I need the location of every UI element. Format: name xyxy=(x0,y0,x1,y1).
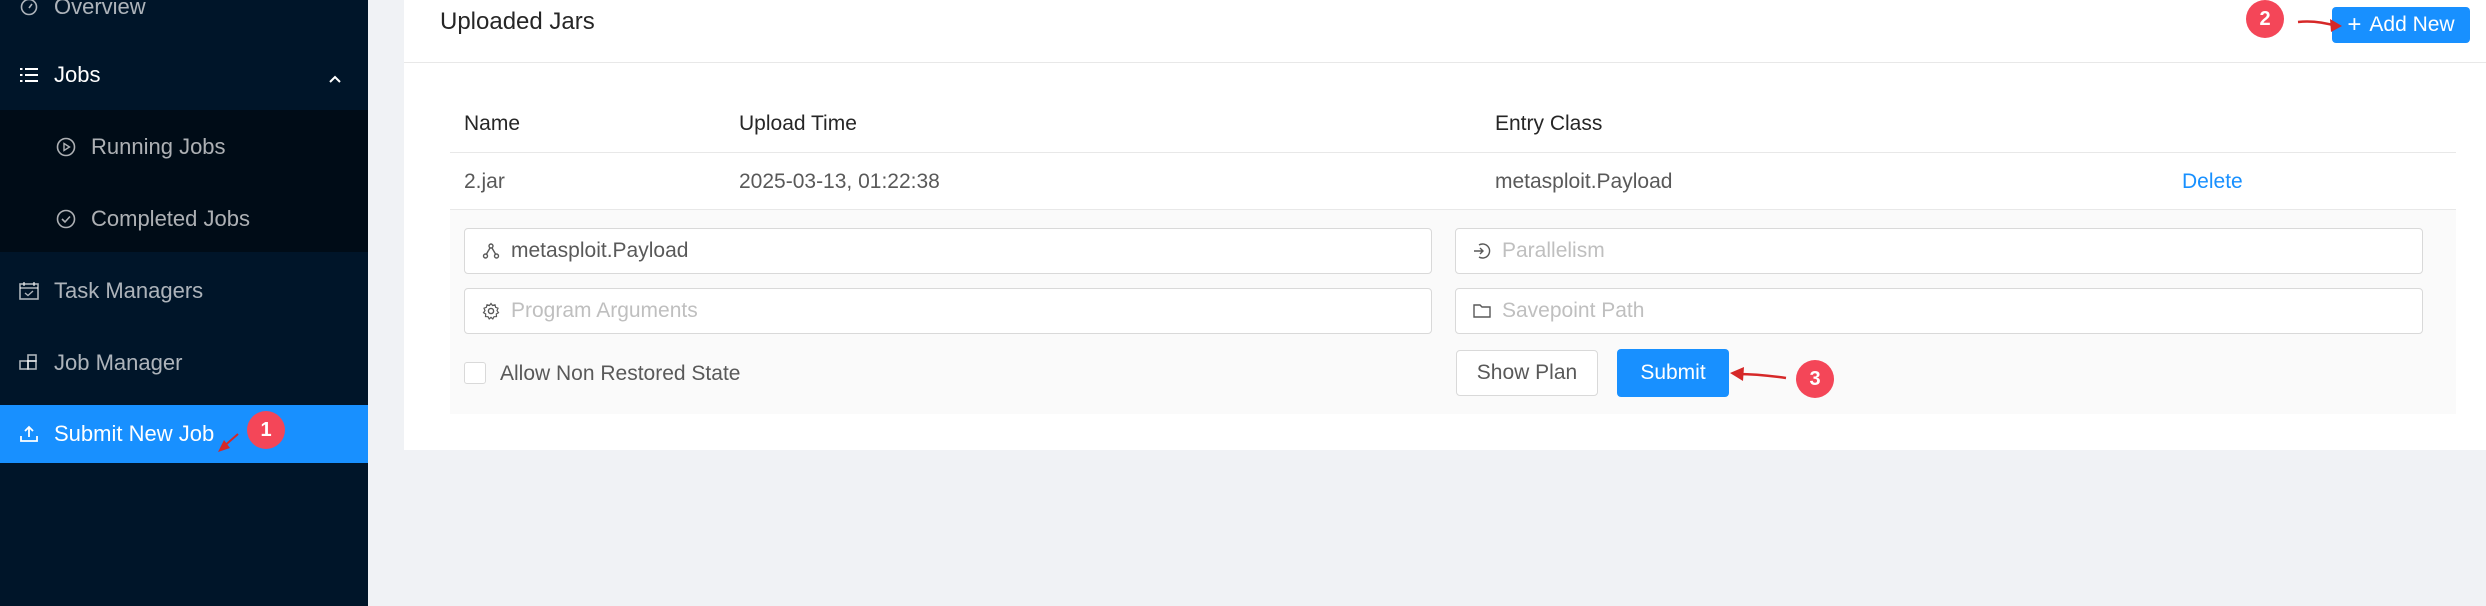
check-circle-icon xyxy=(55,208,77,230)
login-icon xyxy=(1472,241,1492,261)
schedule-icon xyxy=(18,280,40,302)
chevron-up-icon xyxy=(328,64,342,90)
card-title: Uploaded Jars xyxy=(440,8,595,35)
add-new-label: Add New xyxy=(2369,13,2455,36)
allow-non-restored-label: Allow Non Restored State xyxy=(500,362,741,385)
parallelism-placeholder: Parallelism xyxy=(1502,239,1605,262)
savepoint-path-placeholder: Savepoint Path xyxy=(1502,299,1645,322)
list-icon xyxy=(18,64,40,86)
upload-icon xyxy=(18,423,40,445)
annotation-badge-2: 2 xyxy=(2246,0,2284,38)
sidebar-item-label: Completed Jobs xyxy=(91,206,250,231)
plus-icon: + xyxy=(2347,11,2362,38)
sidebar-item-completed-jobs[interactable]: Completed Jobs xyxy=(0,190,368,248)
dashboard-icon xyxy=(18,0,40,18)
cell-upload-time: 2025-03-13, 01:22:38 xyxy=(739,170,940,193)
program-arguments-placeholder: Program Arguments xyxy=(511,299,698,322)
cluster-icon xyxy=(481,241,501,261)
column-header-upload-time: Upload Time xyxy=(739,112,857,135)
sidebar: Overview Jobs Running Jobs Completed Job… xyxy=(0,0,368,606)
annotation-arrow-2 xyxy=(2297,19,2342,32)
savepoint-path-input[interactable]: Savepoint Path xyxy=(1455,288,2423,334)
submit-button[interactable]: Submit xyxy=(1617,349,1729,397)
sidebar-item-running-jobs[interactable]: Running Jobs xyxy=(0,118,368,176)
uploaded-jars-card: Uploaded Jars + Add New Name Upload Time… xyxy=(404,0,2486,450)
annotation-arrow-1 xyxy=(218,433,239,452)
annotation-arrow-3 xyxy=(1730,367,1787,381)
entry-class-value: metasploit.Payload xyxy=(511,239,689,262)
sidebar-item-job-manager[interactable]: Job Manager xyxy=(0,334,368,392)
build-icon xyxy=(18,352,40,374)
sidebar-item-label: Task Managers xyxy=(54,278,204,303)
annotation-badge-3: 3 xyxy=(1796,360,1834,398)
parallelism-input[interactable]: Parallelism xyxy=(1455,228,2423,274)
header-divider xyxy=(450,152,2456,153)
sidebar-item-submit-new-job[interactable]: Submit New Job xyxy=(0,405,368,463)
allow-non-restored-checkbox[interactable] xyxy=(464,362,486,384)
cell-jar-name: 2.jar xyxy=(464,170,505,193)
entry-class-input[interactable]: metasploit.Payload xyxy=(464,228,1432,274)
sidebar-item-overview[interactable]: Overview xyxy=(0,0,368,36)
annotation-badge-1: 1 xyxy=(247,411,285,449)
delete-link[interactable]: Delete xyxy=(2182,170,2243,194)
show-plan-button[interactable]: Show Plan xyxy=(1456,350,1598,396)
program-arguments-input[interactable]: Program Arguments xyxy=(464,288,1432,334)
sidebar-item-label: Submit New Job xyxy=(54,421,215,446)
column-header-name: Name xyxy=(464,112,521,135)
add-new-button[interactable]: + Add New xyxy=(2332,7,2470,43)
column-header-entry-class: Entry Class xyxy=(1495,112,1603,135)
folder-icon xyxy=(1472,301,1492,321)
cell-entry-class: metasploit.Payload xyxy=(1495,170,1673,193)
sidebar-item-label: Overview xyxy=(54,0,146,19)
sidebar-item-label: Running Jobs xyxy=(91,134,226,159)
sidebar-item-task-managers[interactable]: Task Managers xyxy=(0,262,368,320)
sidebar-item-label: Job Manager xyxy=(54,350,183,375)
card-divider xyxy=(404,62,2486,63)
play-circle-icon xyxy=(55,136,77,158)
sidebar-item-label: Jobs xyxy=(54,62,101,87)
gear-icon xyxy=(481,301,501,321)
sidebar-item-jobs[interactable]: Jobs xyxy=(0,46,368,104)
